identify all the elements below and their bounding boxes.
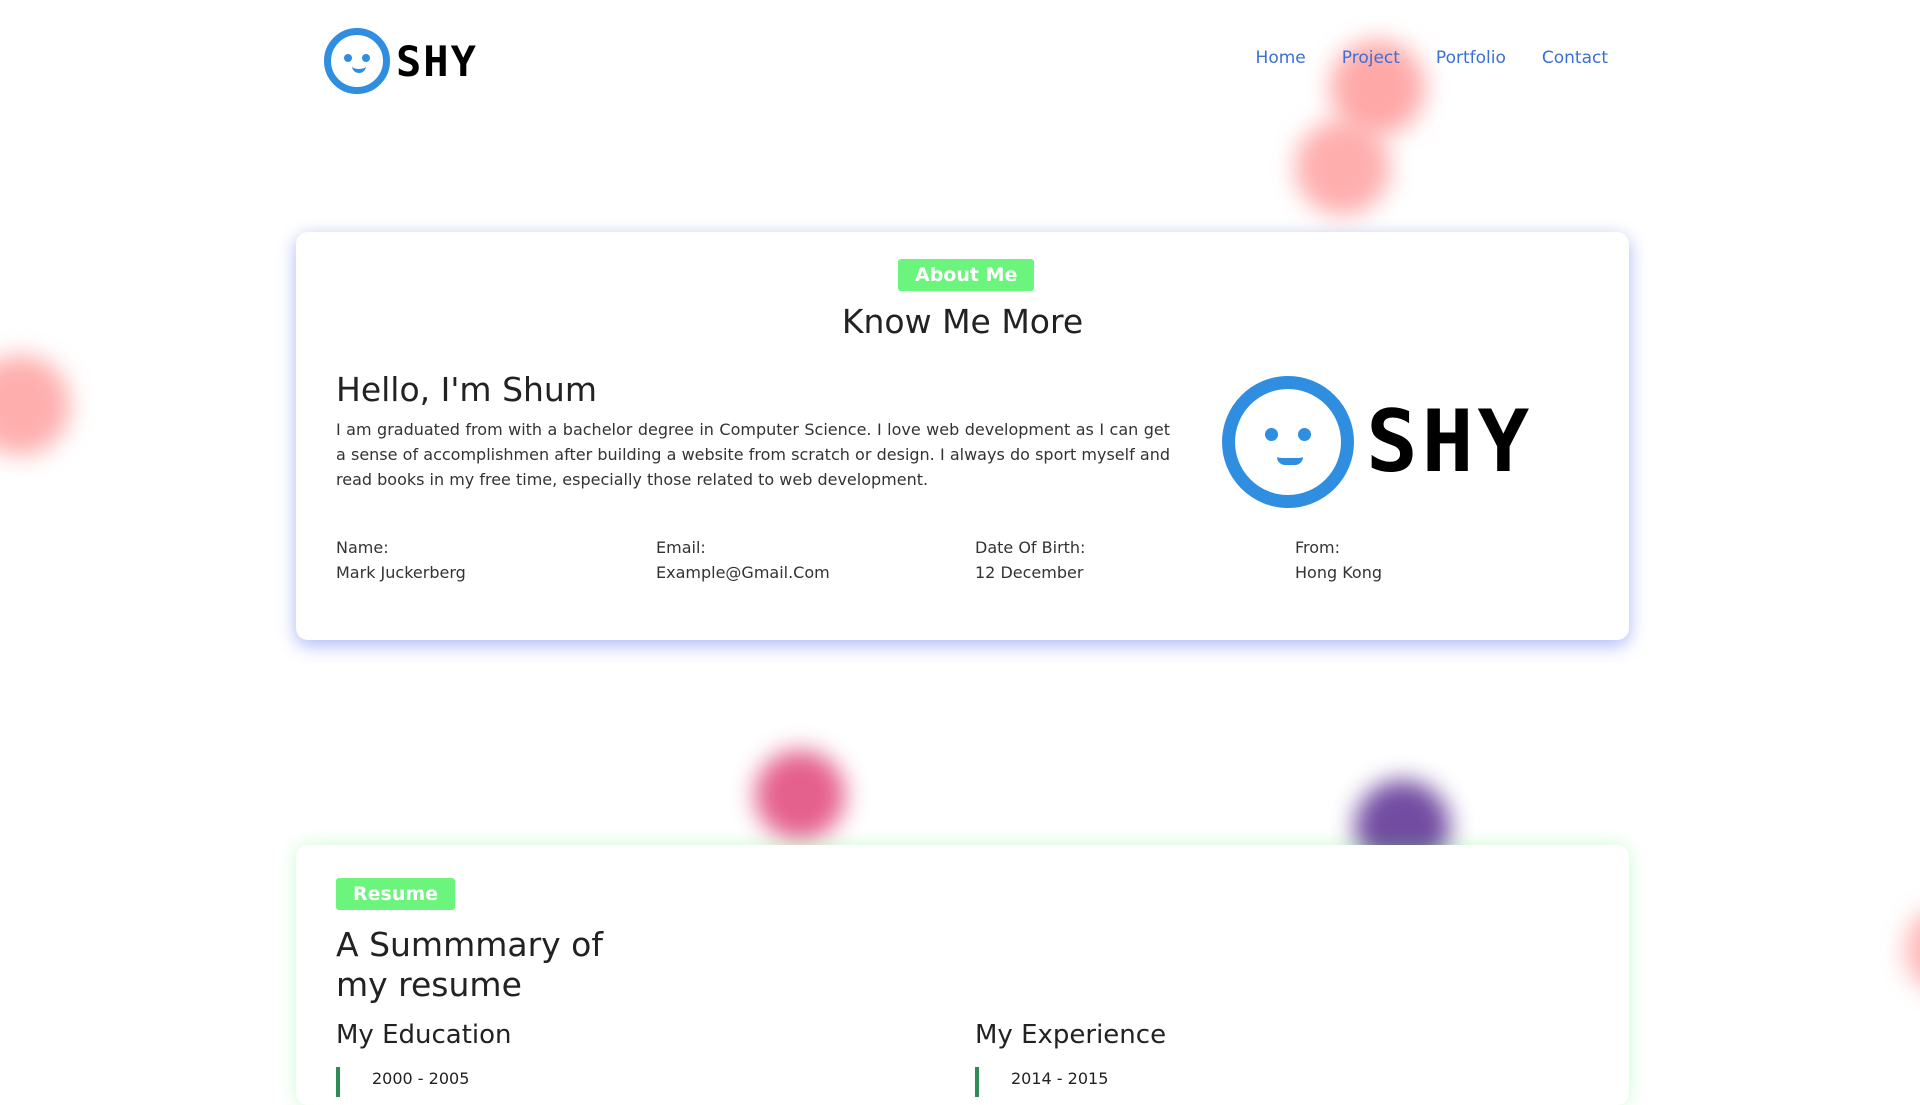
info-value: Hong Kong xyxy=(1295,563,1382,582)
timeline-period: 2014 - 2015 xyxy=(1011,1069,1109,1088)
about-logo: SHY xyxy=(1222,376,1533,508)
logo-text: SHY xyxy=(396,36,478,86)
experience-timeline-item: 2014 - 2015 xyxy=(975,1067,1108,1097)
bio-text: I am graduated from with a bachelor degr… xyxy=(336,420,1170,489)
info-label: Email: xyxy=(656,538,706,557)
info-value: Mark Juckerberg xyxy=(336,563,466,582)
info-value: Example@Gmail.Com xyxy=(656,563,830,582)
education-timeline-item: 2000 - 2005 xyxy=(336,1067,469,1097)
about-logo-text: SHY xyxy=(1366,392,1534,492)
info-from: From: Hong Kong xyxy=(1295,535,1595,585)
resume-badge: Resume xyxy=(336,878,456,910)
smiley-face-icon xyxy=(1222,376,1354,508)
resume-card: Resume A Summmary of my resume My Educat… xyxy=(296,845,1629,1105)
about-badge: About Me xyxy=(898,259,1035,291)
nav-project[interactable]: Project xyxy=(1342,48,1400,68)
decorative-blob xyxy=(0,355,70,455)
nav-contact[interactable]: Contact xyxy=(1542,48,1608,68)
timeline-period: 2000 - 2005 xyxy=(372,1069,470,1088)
education-heading: My Education xyxy=(336,1020,512,1050)
site-logo[interactable]: SHY xyxy=(324,28,478,94)
info-name: Name: Mark Juckerberg xyxy=(336,535,636,585)
main-nav: Home Project Portfolio Contact xyxy=(1256,48,1608,68)
greeting-heading: Hello, I'm Shum xyxy=(336,370,597,409)
nav-home[interactable]: Home xyxy=(1256,48,1306,68)
decorative-blob xyxy=(1905,910,1920,990)
nav-portfolio[interactable]: Portfolio xyxy=(1436,48,1506,68)
smiley-face-icon xyxy=(324,28,390,94)
about-card: About Me Know Me More Hello, I'm Shum I … xyxy=(296,232,1629,640)
decorative-blob xyxy=(1295,120,1390,215)
info-label: Name: xyxy=(336,538,389,557)
info-label: Date Of Birth: xyxy=(975,538,1086,557)
info-dob: Date Of Birth: 12 December xyxy=(975,535,1275,585)
info-value: 12 December xyxy=(975,563,1084,582)
info-label: From: xyxy=(1295,538,1341,557)
decorative-blob xyxy=(755,750,845,840)
resume-title: A Summmary of my resume xyxy=(336,925,603,1004)
site-header: SHY Home Project Portfolio Contact xyxy=(320,28,1610,94)
about-title: Know Me More xyxy=(841,302,1084,341)
info-email: Email: Example@Gmail.Com xyxy=(656,535,956,585)
experience-heading: My Experience xyxy=(975,1020,1167,1050)
